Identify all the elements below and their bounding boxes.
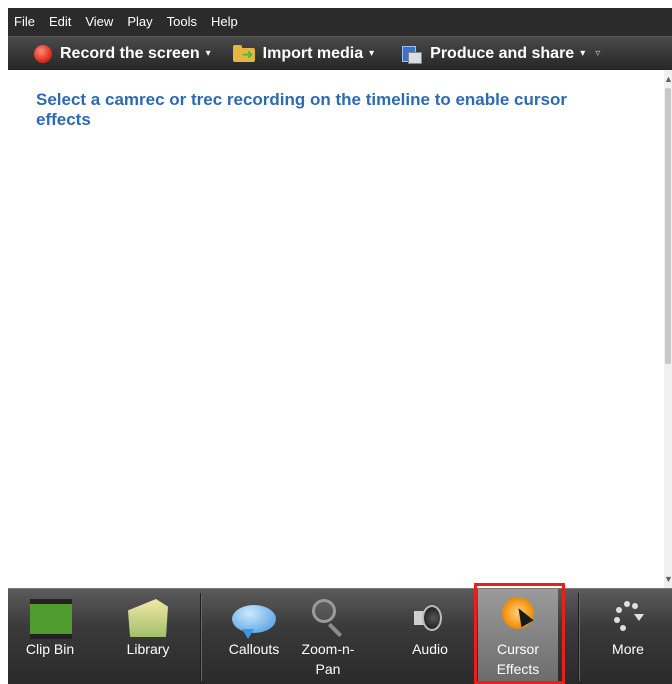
tab-callouts[interactable]: Callouts [220,589,288,684]
task-tabs-bar: Clip Bin Library Callouts Zoom-n-Pan Aud… [8,588,672,684]
menu-file[interactable]: File [8,8,43,36]
cursor-effects-message: Select a camrec or trec recording on the… [36,90,567,129]
tab-separator [200,593,202,681]
menu-view[interactable]: View [79,8,121,36]
tab-label: More [612,641,644,657]
record-dot-icon [34,44,52,63]
tab-clip-bin[interactable]: Clip Bin [16,589,84,684]
tab-label: Cursor Effects [496,641,540,677]
menu-bar: File Edit View Play Tools Help [8,8,672,36]
more-dots-icon [610,599,646,633]
tab-audio[interactable]: Audio [400,589,460,684]
tab-label: Library [126,641,170,657]
produce-share-button[interactable]: Produce and share ▾ [378,37,589,71]
tab-cursor-effects[interactable]: Cursor Effects [478,589,558,684]
main-toolbar: Record the screen ▾ ➜ Import media ▾ Pro… [8,36,672,70]
scroll-down-icon[interactable]: ▼ [664,572,672,586]
menu-play[interactable]: Play [121,8,160,36]
menu-help[interactable]: Help [205,8,246,36]
produce-share-label: Produce and share [430,44,575,62]
tab-separator [578,593,580,681]
scrollbar-thumb[interactable] [665,88,671,364]
app-window: File Edit View Play Tools Help Record th… [8,8,672,684]
record-screen-button[interactable]: Record the screen ▾ [8,37,215,71]
magnifier-icon [312,599,336,623]
tab-label: Clip Bin [25,641,75,657]
scroll-up-icon[interactable]: ▲ [664,72,672,86]
tab-label: Zoom-n-Pan [301,641,355,677]
menu-edit[interactable]: Edit [43,8,79,36]
record-screen-label: Record the screen [60,44,200,62]
task-pane: Select a camrec or trec recording on the… [8,70,664,588]
tab-zoom-n-pan[interactable]: Zoom-n-Pan [300,589,356,684]
import-media-button[interactable]: ➜ Import media ▾ [215,37,379,71]
vertical-scrollbar[interactable]: ▲ ▼ [664,70,672,588]
tab-library[interactable]: Library [114,589,182,684]
filmstrip-icon [30,599,72,639]
tab-label: Audio [412,641,448,657]
speech-bubble-icon [232,605,276,639]
chevron-down-icon: ▾ [580,48,586,59]
toolbar-overflow-icon[interactable]: ▿ [595,48,600,59]
cursor-effects-icon [502,597,534,629]
chevron-down-icon: ▾ [369,48,375,59]
tab-label: Callouts [228,641,280,657]
produce-share-icon [402,44,423,64]
chevron-down-icon: ▾ [205,48,211,59]
menu-tools[interactable]: Tools [161,8,205,36]
import-media-label: Import media [262,44,364,62]
library-folder-icon [128,599,168,637]
tab-more[interactable]: More [594,589,662,684]
speaker-icon [412,601,448,635]
folder-import-icon: ➜ [232,44,257,63]
